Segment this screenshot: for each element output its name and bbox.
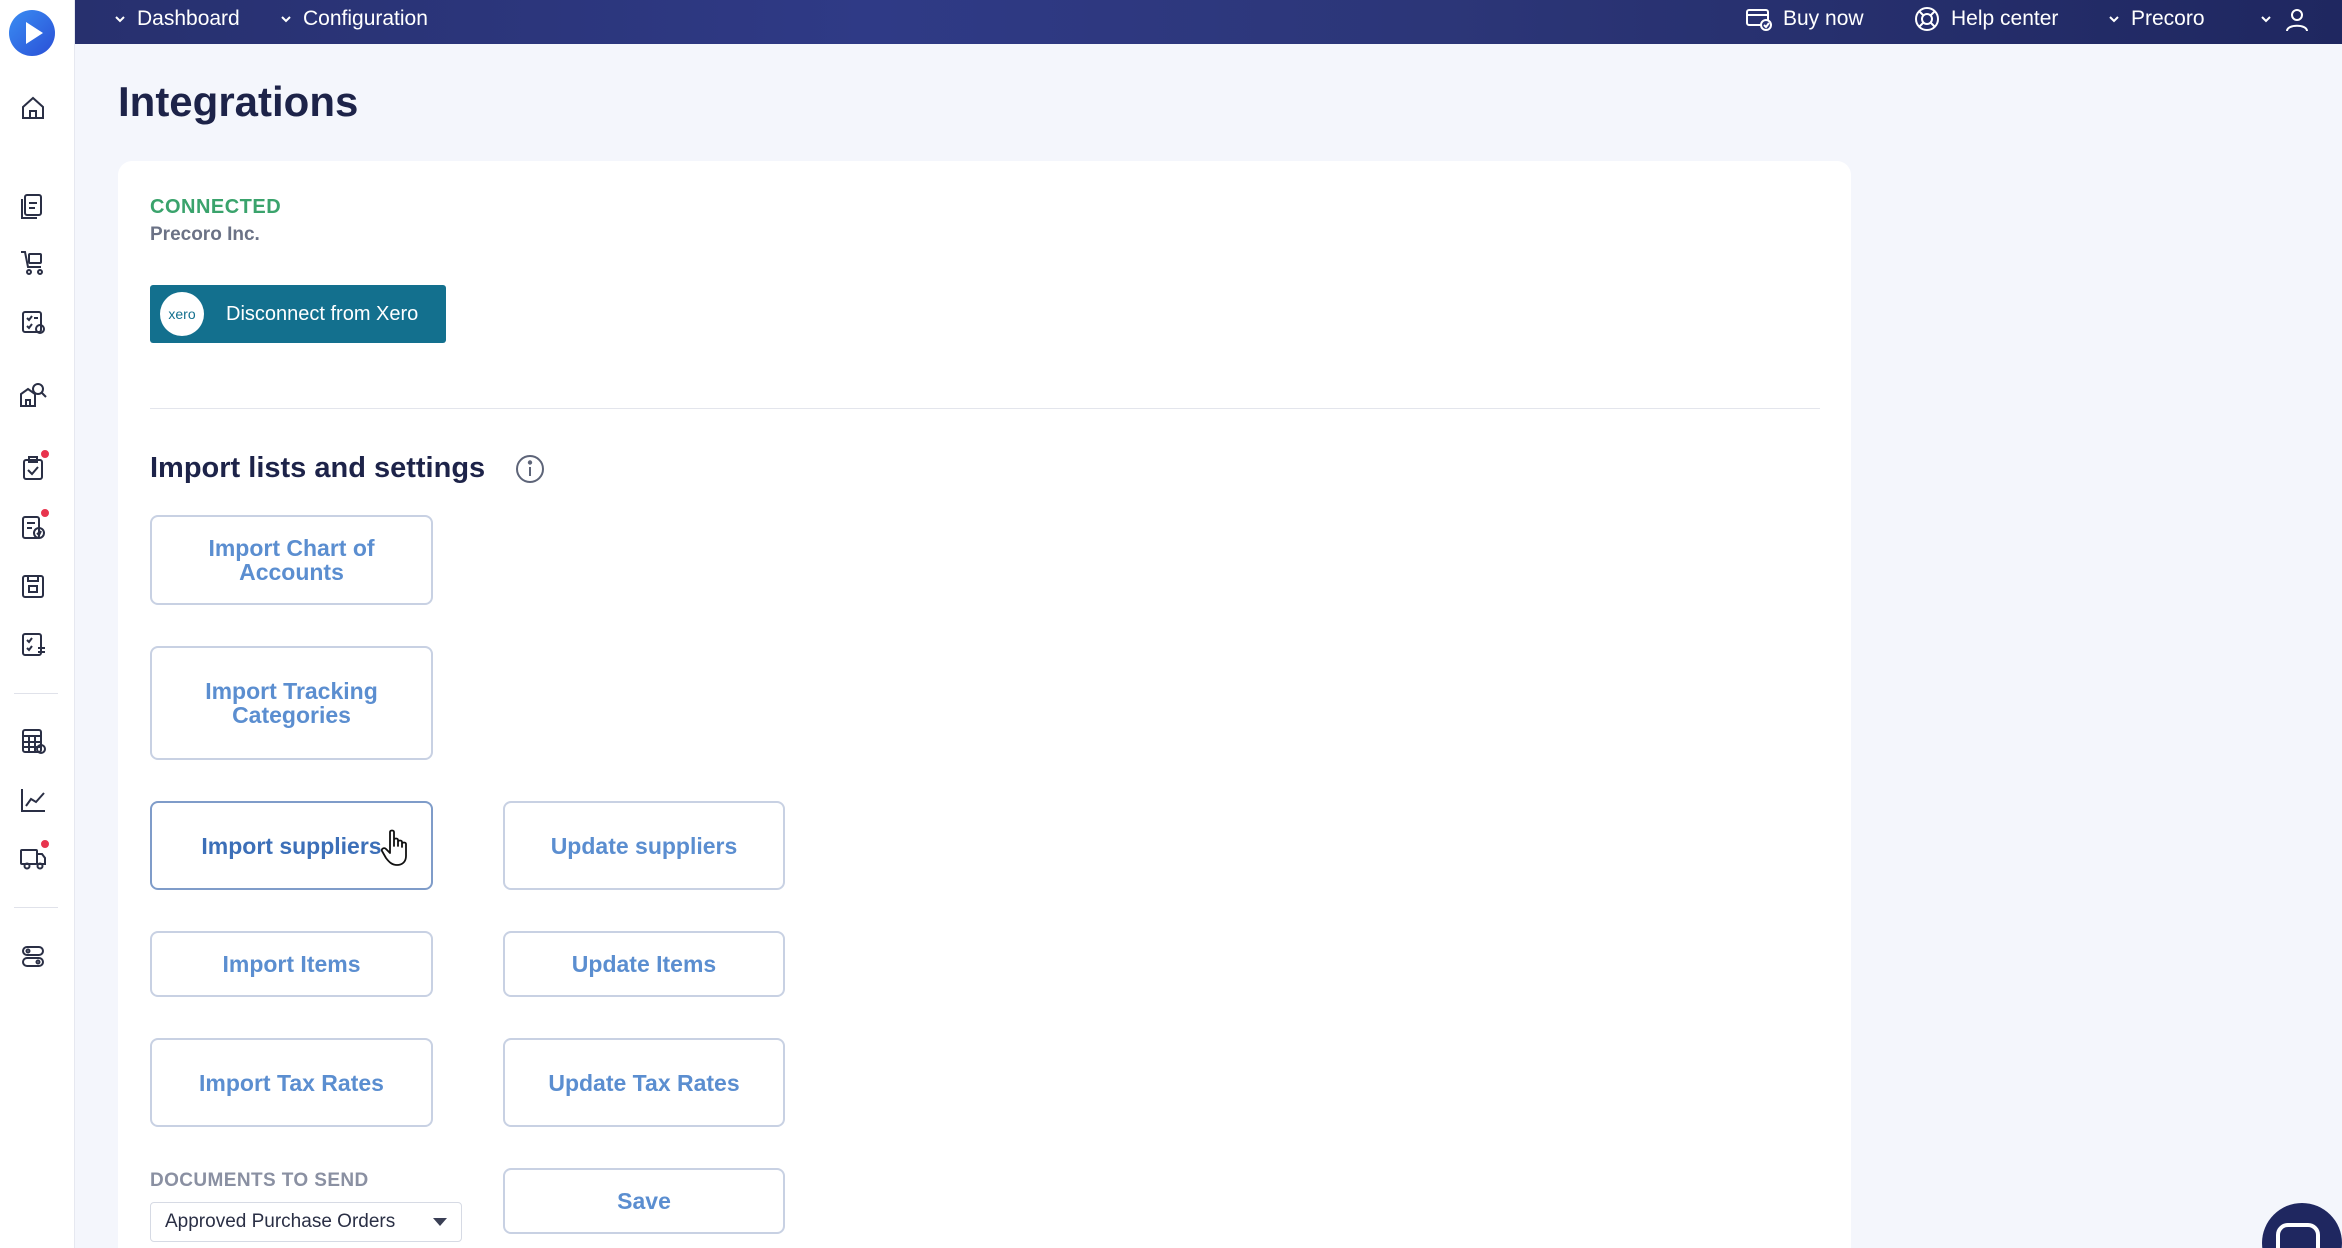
buy-now-button[interactable]: Buy now <box>1745 0 1864 37</box>
user-menu[interactable] <box>2259 0 2311 37</box>
import-items-button[interactable]: Import Items <box>150 931 433 997</box>
chevron-down-icon <box>281 15 291 22</box>
save-button[interactable]: Save <box>503 1168 785 1234</box>
notification-dot <box>40 449 50 459</box>
section-divider <box>150 408 1820 409</box>
chat-icon <box>2276 1223 2320 1248</box>
update-suppliers-button[interactable]: Update suppliers <box>503 801 785 890</box>
documents-to-send-label: DOCUMENTS TO SEND <box>150 1170 369 1191</box>
xero-logo: xero <box>160 292 204 336</box>
import-tracking-categories-button[interactable]: Import Tracking Categories <box>150 646 433 760</box>
sidebar <box>0 0 75 1248</box>
help-center-label: Help center <box>1951 6 2059 30</box>
top-navigation-bar: Dashboard Configuration Buy now Help cen… <box>75 0 2342 44</box>
notification-dot <box>40 839 50 849</box>
buy-now-label: Buy now <box>1783 6 1864 30</box>
supplier-search-icon[interactable] <box>18 380 48 410</box>
connected-company: Precoro Inc. <box>150 224 260 245</box>
import-chart-of-accounts-button[interactable]: Import Chart of Accounts <box>150 515 433 605</box>
nav-dashboard-label: Dashboard <box>137 6 240 30</box>
chevron-down-icon <box>2261 15 2271 22</box>
connection-status: CONNECTED <box>150 196 282 218</box>
receipt-icon[interactable] <box>18 307 48 337</box>
nav-configuration-label: Configuration <box>303 6 428 30</box>
lifebuoy-icon <box>1915 6 1939 31</box>
info-icon[interactable] <box>514 453 546 485</box>
cart-icon[interactable] <box>18 247 48 277</box>
card-check-icon <box>1746 8 1772 31</box>
chat-support-button[interactable] <box>2262 1203 2342 1248</box>
page-title: Integrations <box>118 78 359 125</box>
update-tax-rates-button[interactable]: Update Tax Rates <box>503 1038 785 1127</box>
invoice-icon[interactable] <box>18 508 50 542</box>
nav-configuration[interactable]: Configuration <box>279 0 428 37</box>
import-tax-rates-button[interactable]: Import Tax Rates <box>150 1038 433 1127</box>
sidebar-divider <box>14 693 58 694</box>
hand-cursor-icon <box>380 829 407 866</box>
chevron-down-icon <box>115 15 125 22</box>
company-switcher-label: Precoro <box>2131 6 2205 30</box>
checklist-icon[interactable] <box>18 629 48 659</box>
settings-icon[interactable] <box>18 941 48 971</box>
app-logo[interactable] <box>9 10 55 56</box>
update-items-button[interactable]: Update Items <box>503 931 785 997</box>
chevron-down-icon <box>2109 15 2119 22</box>
documents-to-send-select[interactable]: Approved Purchase Orders <box>150 1202 462 1242</box>
home-icon[interactable] <box>18 93 48 123</box>
dropdown-arrow-icon <box>433 1218 447 1226</box>
import-section-title: Import lists and settings <box>150 452 486 484</box>
user-icon <box>2286 8 2308 31</box>
notification-dot <box>40 508 50 518</box>
approval-icon[interactable] <box>18 449 50 483</box>
company-switcher[interactable]: Precoro <box>2107 0 2205 37</box>
delivery-icon[interactable] <box>18 839 50 873</box>
warehouse-icon[interactable] <box>18 571 48 601</box>
budget-icon[interactable] <box>18 726 48 756</box>
documents-to-send-value: Approved Purchase Orders <box>165 1211 396 1232</box>
nav-dashboard[interactable]: Dashboard <box>113 0 240 37</box>
disconnect-xero-button[interactable]: xero Disconnect from Xero <box>150 285 446 343</box>
sidebar-divider <box>14 907 58 908</box>
disconnect-xero-label: Disconnect from Xero <box>226 302 419 325</box>
documents-icon[interactable] <box>18 190 48 220</box>
analytics-icon[interactable] <box>18 785 48 815</box>
help-center-button[interactable]: Help center <box>1913 0 2058 37</box>
xero-logo-text: xero <box>168 306 195 322</box>
